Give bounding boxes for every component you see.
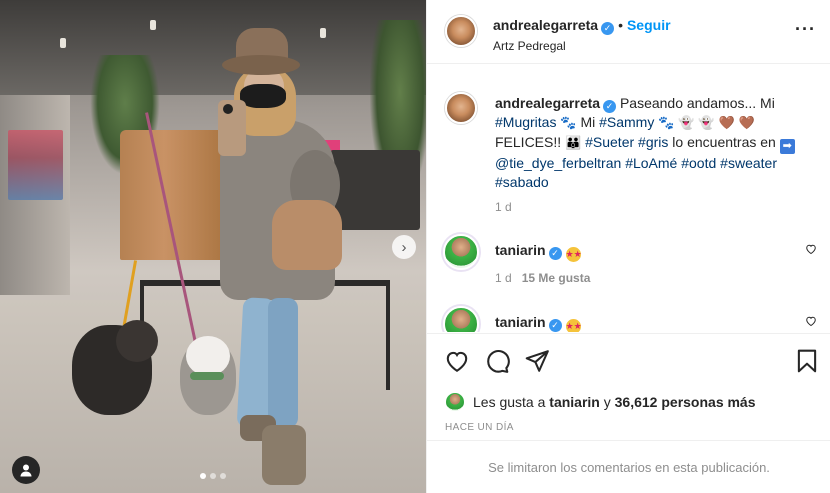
avatar[interactable] <box>445 392 465 412</box>
save-button[interactable] <box>794 348 820 374</box>
photo-jeans <box>268 298 298 428</box>
hashtag-link[interactable]: #sweater <box>720 155 777 171</box>
caption-text: Paseando andamos... Mi <box>619 95 775 111</box>
ceiling-light <box>60 38 66 48</box>
hashtag-link[interactable]: #ootd <box>681 155 716 171</box>
avatar[interactable] <box>445 92 477 124</box>
ceiling-light <box>150 20 156 30</box>
caption-text: lo encuentras en <box>672 134 776 150</box>
comment-button[interactable] <box>484 348 510 374</box>
post-timestamp[interactable]: HACE UN DÍA <box>445 422 514 433</box>
brown-heart-emoji: 🤎 <box>738 116 755 131</box>
comment-username[interactable]: taniarin <box>495 314 546 330</box>
caption-username[interactable]: andrealegarreta <box>495 95 600 111</box>
chevron-right-icon: › <box>401 238 407 256</box>
comment-item: taniarin ✓ ★★ <box>427 306 830 332</box>
photo-boot <box>262 425 306 485</box>
star-struck-emoji: ★★ <box>565 319 582 332</box>
avatar[interactable] <box>445 15 477 47</box>
ceiling-light <box>320 28 326 38</box>
verified-badge-icon: ✓ <box>603 100 617 113</box>
caption-text: FELICES!! <box>495 134 562 150</box>
caption: andrealegarreta ✓ Paseando andamos... Mi … <box>495 94 813 192</box>
carousel-next-button[interactable]: › <box>392 235 416 259</box>
photo-dog-head <box>116 320 158 362</box>
ghost-emoji: 👻 <box>698 116 715 131</box>
comment-like-button[interactable] <box>805 314 817 332</box>
post-actions <box>427 333 830 387</box>
heart-icon <box>806 244 816 255</box>
post-header: andrealegarreta ✓ • Seguir Artz Pedregal ··… <box>427 0 830 64</box>
hashtag-link[interactable]: #Sueter <box>585 134 634 150</box>
comment-username[interactable]: taniarin <box>495 242 546 258</box>
likes-connector: y <box>603 394 611 410</box>
paper-plane-icon <box>525 350 549 372</box>
location-link[interactable]: Artz Pedregal <box>493 39 566 53</box>
likes-prefix: Les gusta a <box>473 394 546 410</box>
bookmark-icon <box>797 349 817 373</box>
ghost-emoji: 👻 <box>678 116 695 131</box>
person-icon <box>20 464 32 477</box>
avatar[interactable] <box>443 234 479 270</box>
comment-meta: 1 d 15 Me gusta <box>495 271 590 285</box>
comments-section: andrealegarreta ✓ Paseando andamos... Mi … <box>427 64 830 332</box>
verified-badge-icon: ✓ <box>548 247 562 260</box>
verified-badge-icon: ✓ <box>601 22 615 35</box>
right-arrow-emoji: ➡ <box>779 139 795 154</box>
hashtag-link[interactable]: #Sammy <box>599 114 654 130</box>
hashtag-link[interactable]: #gris <box>638 134 668 150</box>
carousel-dot <box>210 473 216 479</box>
tagged-users-button[interactable] <box>12 456 40 484</box>
header-user-line: andrealegarreta ✓ • Seguir <box>493 17 671 35</box>
post-photo[interactable]: › <box>0 0 426 493</box>
header-username[interactable]: andrealegarreta <box>493 17 598 33</box>
photo-dog-collar <box>190 372 224 380</box>
comment-like-button[interactable] <box>805 242 817 260</box>
paw-emoji: 🐾 <box>560 116 577 131</box>
likes-summary: Les gusta a taniarin y 36,612 personas m… <box>445 392 825 412</box>
comment-line: taniarin ✓ ★★ <box>495 314 582 332</box>
photo-shelf <box>8 130 63 200</box>
caption-time[interactable]: 1 d <box>495 200 512 214</box>
comment-time[interactable]: 1 d <box>495 271 512 285</box>
photo-bag <box>272 200 342 270</box>
photo-hat-brim <box>222 55 300 75</box>
separator-dot: • <box>618 17 623 33</box>
mention-link[interactable]: @tie_dye_ferbeltran <box>495 155 621 171</box>
photo-mask <box>240 84 286 108</box>
avatar[interactable] <box>443 306 479 332</box>
photo-dog-head <box>186 336 230 376</box>
photo-phone-camera <box>223 104 233 114</box>
brown-heart-emoji: 🤎 <box>718 116 735 131</box>
carousel-dots <box>200 473 226 479</box>
carousel-dot <box>200 473 206 479</box>
heart-icon <box>446 351 468 372</box>
hashtag-link[interactable]: #Mugritas <box>495 114 556 130</box>
paw-emoji: 🐾 <box>658 116 675 131</box>
hashtag-link[interactable]: #LoAmé <box>625 155 677 171</box>
likes-user[interactable]: taniarin <box>549 394 600 410</box>
share-button[interactable] <box>524 348 550 374</box>
comment-item: taniarin ✓ ★★ 1 d 15 Me gusta <box>427 234 830 294</box>
family-emoji: 👪 <box>565 136 582 151</box>
comment-likes[interactable]: 15 Me gusta <box>522 271 591 285</box>
follow-button[interactable]: Seguir <box>627 17 671 33</box>
comment-bubble-icon <box>487 350 510 373</box>
comments-limited-notice: Se limitaron los comentarios en esta pub… <box>427 440 830 493</box>
star-struck-emoji: ★★ <box>565 247 582 262</box>
post-details-panel: andrealegarreta ✓ • Seguir Artz Pedregal ··… <box>426 0 830 493</box>
verified-badge-icon: ✓ <box>548 319 562 332</box>
carousel-dot <box>220 473 226 479</box>
like-button[interactable] <box>444 348 470 374</box>
hashtag-link[interactable]: #sabado <box>495 174 549 190</box>
photo-dark-rack <box>330 150 420 230</box>
more-options-icon[interactable]: ··· <box>795 20 816 38</box>
comment-line: taniarin ✓ ★★ <box>495 242 582 262</box>
caption-text: Mi <box>580 114 596 130</box>
heart-icon <box>806 316 816 327</box>
likes-count[interactable]: 36,612 personas más <box>615 394 756 410</box>
